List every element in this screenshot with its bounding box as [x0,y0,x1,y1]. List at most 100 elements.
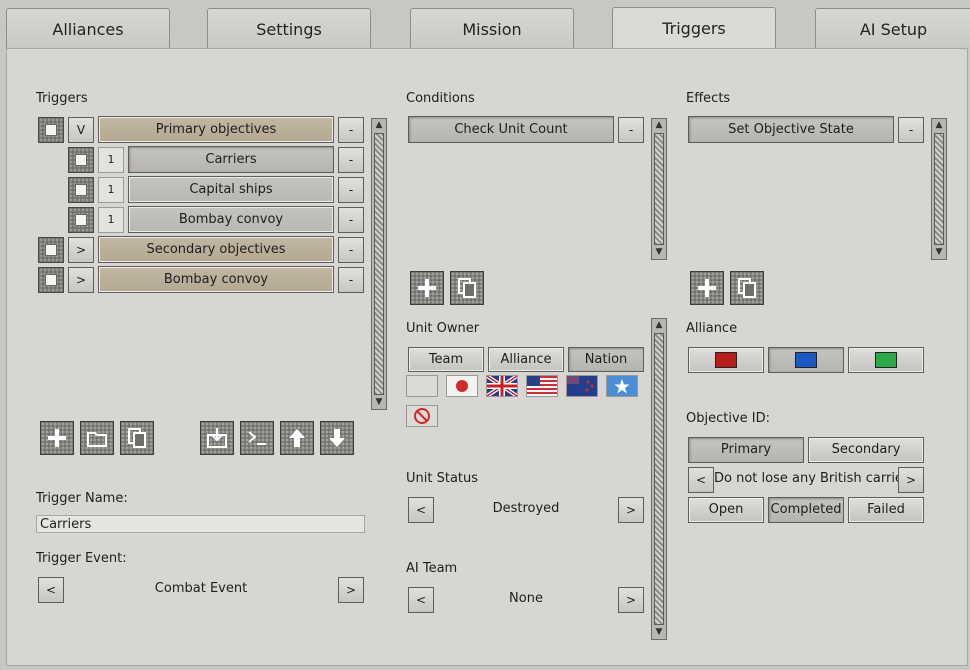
condition-item-check-unit-count[interactable]: Check Unit Count [408,116,614,143]
remove-trigger-button[interactable]: - [338,177,364,203]
scroll-thumb[interactable] [374,133,384,395]
tab-settings[interactable]: Settings [207,8,371,49]
conditions-heading: Conditions [406,91,475,106]
owner-tab-nation[interactable]: Nation [568,347,644,372]
trigger-checkbox[interactable] [68,177,94,203]
tab-mission[interactable]: Mission [410,8,574,49]
console-icon[interactable] [240,421,274,455]
ai-team-next-button[interactable]: > [618,587,644,613]
no-nation-icon[interactable] [406,405,438,427]
ai-team-label: AI Team [406,561,458,576]
triggers-scrollbar[interactable]: ▲ ▼ [371,118,387,410]
flag-united-kingdom-icon[interactable] [486,375,518,397]
alliance-blue-swatch [795,351,817,368]
scroll-down-icon[interactable]: ▼ [652,246,666,259]
scroll-thumb[interactable] [654,133,664,245]
alliance-red-swatch [715,351,737,368]
add-icon[interactable] [40,421,74,455]
unit-owner-label: Unit Owner [406,321,480,336]
tab-triggers[interactable]: Triggers [612,7,776,50]
trigger-index: 1 [98,207,124,233]
remove-effect-button[interactable]: - [898,117,924,143]
flag-blank-icon[interactable] [406,375,438,397]
effect-item-set-objective-state[interactable]: Set Objective State [688,116,894,143]
copy-icon[interactable] [730,271,764,305]
state-failed-button[interactable]: Failed [848,497,924,523]
tab-ai-setup[interactable]: AI Setup [815,8,970,49]
trigger-checkbox[interactable] [38,267,64,293]
unit-status-label: Unit Status [406,471,479,486]
flag-somalia-icon[interactable] [606,375,638,397]
add-icon[interactable] [410,271,444,305]
flag-united-states-icon[interactable] [526,375,558,397]
scroll-thumb[interactable] [934,133,944,245]
trigger-name-label: Trigger Name: [36,491,128,506]
trigger-item-capital-ships[interactable]: Capital ships [128,176,334,203]
owner-tab-alliance[interactable]: Alliance [488,347,564,372]
effects-scrollbar[interactable]: ▲ ▼ [931,118,947,260]
objective-value: Do not lose any British carriers [714,471,898,486]
trigger-event-label: Trigger Event: [36,551,127,566]
remove-trigger-button[interactable]: - [338,207,364,233]
scroll-down-icon[interactable]: ▼ [372,396,386,409]
alliance-red-button[interactable] [688,347,764,373]
remove-condition-button[interactable]: - [618,117,644,143]
expand-toggle[interactable]: > [68,237,94,263]
objective-id-label: Objective ID: [686,411,770,426]
move-down-icon[interactable] [320,421,354,455]
scroll-down-icon[interactable]: ▼ [932,246,946,259]
state-open-button[interactable]: Open [688,497,764,523]
flag-new-zealand-icon[interactable] [566,375,598,397]
trigger-checkbox[interactable] [38,117,64,143]
owner-tab-team[interactable]: Team [408,347,484,372]
remove-trigger-button[interactable]: - [338,237,364,263]
expand-toggle[interactable]: > [68,267,94,293]
trigger-checkbox[interactable] [38,237,64,263]
effects-heading: Effects [686,91,731,106]
trigger-item-bombay-convoy-group[interactable]: Bombay convoy [98,266,334,293]
conditions-scrollbar[interactable]: ▲ ▼ [651,118,667,260]
triggers-heading: Triggers [36,91,88,106]
remove-trigger-button[interactable]: - [338,117,364,143]
trigger-checkbox[interactable] [68,147,94,173]
alliance-blue-button[interactable] [768,347,844,373]
conditions-detail-scrollbar[interactable]: ▲ ▼ [651,318,667,640]
scroll-thumb[interactable] [654,333,664,625]
ai-team-prev-button[interactable]: < [408,587,434,613]
add-icon[interactable] [690,271,724,305]
objective-tab-primary[interactable]: Primary [688,437,804,463]
objective-next-button[interactable]: > [898,467,924,493]
trigger-checkbox[interactable] [68,207,94,233]
expand-toggle[interactable]: V [68,117,94,143]
alliance-green-button[interactable] [848,347,924,373]
copy-icon[interactable] [450,271,484,305]
scroll-up-icon[interactable]: ▲ [372,119,386,132]
state-completed-button[interactable]: Completed [768,497,844,523]
copy-icon[interactable] [120,421,154,455]
scroll-up-icon[interactable]: ▲ [652,119,666,132]
flag-japan-icon[interactable] [446,375,478,397]
trigger-name-input[interactable]: Carriers [36,515,365,533]
move-up-icon[interactable] [280,421,314,455]
trigger-item-primary-objectives[interactable]: Primary objectives [98,116,334,143]
trigger-item-secondary-objectives[interactable]: Secondary objectives [98,236,334,263]
scroll-up-icon[interactable]: ▲ [652,319,666,332]
objective-prev-button[interactable]: < [688,467,714,493]
unit-status-next-button[interactable]: > [618,497,644,523]
unit-status-prev-button[interactable]: < [408,497,434,523]
tab-alliances[interactable]: Alliances [6,8,170,49]
trigger-event-value: Combat Event [154,581,248,596]
alliance-label: Alliance [686,321,738,336]
import-icon[interactable] [200,421,234,455]
scroll-up-icon[interactable]: ▲ [932,119,946,132]
trigger-event-prev-button[interactable]: < [38,577,64,603]
objective-tab-secondary[interactable]: Secondary [808,437,924,463]
scroll-down-icon[interactable]: ▼ [652,626,666,639]
remove-trigger-button[interactable]: - [338,267,364,293]
trigger-item-bombay-convoy[interactable]: Bombay convoy [128,206,334,233]
folder-icon[interactable] [80,421,114,455]
trigger-item-carriers[interactable]: Carriers [128,146,334,173]
trigger-index: 1 [98,147,124,173]
trigger-event-next-button[interactable]: > [338,577,364,603]
remove-trigger-button[interactable]: - [338,147,364,173]
